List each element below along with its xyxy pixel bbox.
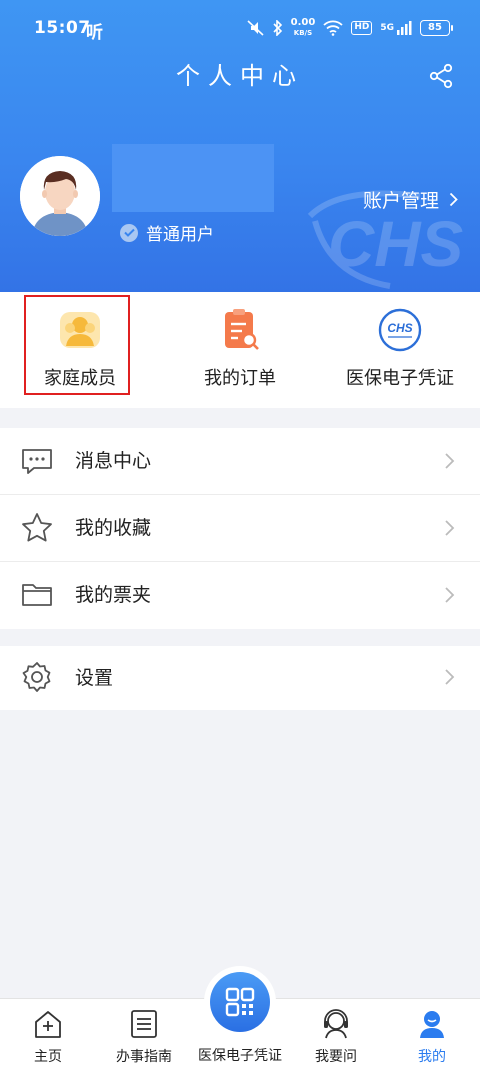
nav-tab-label: 我要问 — [315, 1049, 357, 1065]
folder-icon — [22, 584, 52, 606]
quick-entry-medical-insurance-credential[interactable]: CHS 医保电子凭证 — [320, 292, 480, 408]
hd-badge: HD — [351, 21, 373, 35]
quick-entry-label: 我的订单 — [204, 368, 276, 389]
nav-tab-label-credential[interactable]: 医保电子凭证 — [180, 1045, 300, 1065]
profile-header: 15:07 听 0.00 KB/S HD 5G 85 个人中心 CHS 普通用户… — [0, 0, 480, 292]
signal-label: 5G — [380, 23, 394, 33]
quick-entry-label: 医保电子凭证 — [346, 368, 454, 389]
quick-entry-orders[interactable]: 我的订单 — [160, 292, 320, 408]
qr-code-icon — [225, 987, 255, 1017]
net-speed: 0.00 KB/S — [291, 18, 316, 38]
orders-icon — [225, 309, 259, 350]
menu-group-primary: 消息中心 我的收藏 我的票夹 — [0, 428, 480, 629]
signal-icon — [397, 21, 412, 35]
chevron-right-icon — [445, 669, 455, 685]
verified-check-icon — [120, 223, 138, 242]
menu-item-ticket-folder[interactable]: 我的票夹 — [0, 562, 480, 629]
net-speed-unit: KB/S — [293, 29, 313, 37]
menu-group-settings: 设置 — [0, 646, 480, 710]
user-type: 普通用户 — [120, 220, 214, 245]
chevron-right-icon — [445, 520, 455, 536]
status-icons: 0.00 KB/S HD 5G 85 — [247, 18, 453, 38]
chevron-right-icon — [445, 453, 455, 469]
guide-icon — [131, 1010, 157, 1038]
chs-logo-text: CHS — [387, 321, 412, 335]
menu-item-label: 消息中心 — [75, 450, 152, 472]
page-title: 个人中心 — [176, 62, 304, 90]
avatar-illustration — [20, 156, 100, 236]
wifi-icon — [323, 20, 343, 36]
medical-credential-qr-button[interactable] — [210, 972, 270, 1032]
menu-item-label: 我的收藏 — [75, 517, 152, 539]
title-bar: 个人中心 — [0, 56, 480, 96]
nav-tab-guide[interactable]: 办事指南 — [96, 999, 192, 1073]
support-icon — [324, 1009, 348, 1039]
battery-indicator: 85 — [420, 20, 453, 36]
status-time: 15:07 — [34, 18, 91, 38]
share-icon[interactable] — [428, 63, 454, 89]
menu-item-label: 设置 — [75, 667, 114, 689]
nav-tab-label: 主页 — [34, 1049, 62, 1065]
account-management-label: 账户管理 — [362, 190, 439, 212]
menu-item-label: 我的票夹 — [75, 584, 152, 606]
profile-section: 普通用户 账户管理 — [0, 144, 480, 260]
status-app-indicator: 听 — [86, 23, 103, 43]
star-icon — [22, 513, 52, 542]
message-icon — [22, 449, 52, 474]
username-redacted — [112, 144, 274, 212]
nav-tab-label: 我的 — [418, 1049, 446, 1065]
nav-tab-mine[interactable]: 我的 — [384, 999, 480, 1073]
nav-tab-label: 办事指南 — [116, 1049, 172, 1065]
avatar[interactable] — [20, 156, 100, 236]
chevron-right-icon — [445, 587, 455, 603]
account-management-link[interactable]: 账户管理 — [363, 186, 458, 213]
selection-highlight-box — [24, 295, 130, 395]
chevron-right-icon — [449, 192, 458, 207]
profile-icon — [420, 1011, 444, 1038]
status-bar: 15:07 听 0.00 KB/S HD 5G 85 — [0, 0, 480, 58]
menu-item-favorites[interactable]: 我的收藏 — [0, 495, 480, 562]
user-type-label: 普通用户 — [146, 225, 214, 245]
nav-tab-ask[interactable]: 我要问 — [288, 999, 384, 1073]
home-icon — [35, 1011, 61, 1038]
menu-item-message-center[interactable]: 消息中心 — [0, 428, 480, 495]
bluetooth-icon — [273, 20, 282, 36]
gear-icon — [22, 662, 51, 692]
quick-entries: 家庭成员 我的订单 CHS 医保电子凭证 — [0, 292, 480, 408]
mute-icon — [247, 20, 264, 36]
chs-logo-icon: CHS — [378, 308, 422, 352]
nav-tab-home[interactable]: 主页 — [0, 999, 96, 1073]
menu-item-settings[interactable]: 设置 — [0, 646, 480, 710]
net-speed-value: 0.00 — [290, 17, 316, 28]
